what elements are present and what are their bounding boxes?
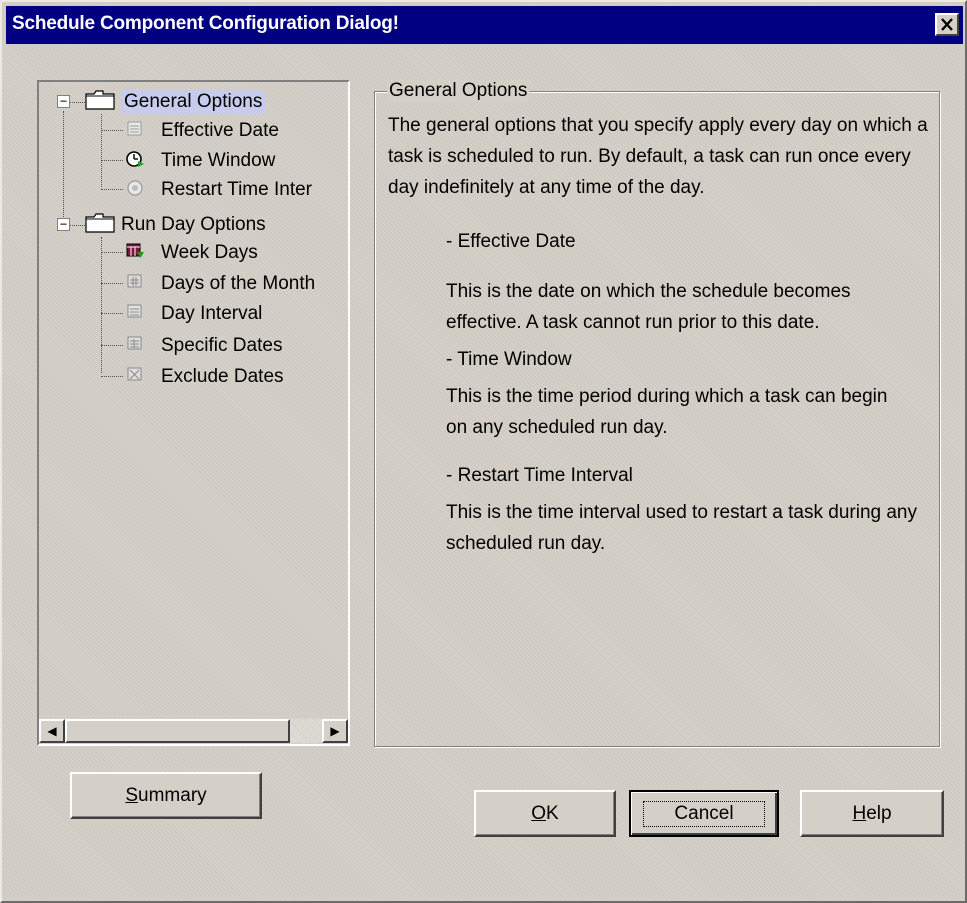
- interval-calendar-icon: [127, 304, 142, 318]
- tree-connector: [101, 237, 102, 373]
- tree-connector: [69, 102, 85, 103]
- window-title: Schedule Component Configuration Dialog!: [12, 13, 399, 34]
- tree-connector: [101, 130, 123, 131]
- summary-button[interactable]: Summary: [70, 772, 262, 819]
- title-bar[interactable]: Schedule Component Configuration Dialog!: [6, 6, 963, 44]
- close-button[interactable]: [935, 13, 959, 36]
- collapse-general-options-toggle[interactable]: −: [57, 95, 70, 108]
- close-icon: [941, 18, 953, 31]
- exclude-dates-icon: [127, 367, 142, 381]
- arrow-right-icon: ▶: [330, 724, 340, 738]
- clock-icon: [126, 151, 144, 167]
- month-calendar-icon: [127, 274, 142, 288]
- folder-icon: [85, 213, 115, 233]
- collapse-run-day-options-toggle[interactable]: −: [57, 218, 70, 231]
- tree-item-specific-dates[interactable]: Specific Dates: [161, 334, 282, 358]
- cancel-button-label: Cancel: [643, 800, 765, 827]
- help-button[interactable]: Help: [800, 790, 944, 837]
- help-button-label: Help: [852, 802, 892, 824]
- groupbox-legend: General Options: [387, 80, 530, 102]
- section-heading: - Effective Date: [446, 231, 576, 252]
- tree-item-general-options[interactable]: General Options: [121, 90, 266, 114]
- tree-connector: [63, 111, 64, 227]
- tree-item-day-interval[interactable]: Day Interval: [161, 302, 262, 326]
- tree-connector: [69, 225, 85, 226]
- description-body: The general options that you specify app…: [388, 110, 933, 559]
- section-heading: - Restart Time Interval: [446, 465, 633, 486]
- tree-item-effective-date[interactable]: Effective Date: [161, 119, 279, 143]
- section-heading: - Time Window: [446, 349, 572, 370]
- restart-timer-icon: [127, 180, 143, 196]
- cancel-button[interactable]: Cancel: [629, 790, 779, 837]
- dialog-window: Schedule Component Configuration Dialog!: [0, 0, 967, 903]
- ok-button[interactable]: OK: [474, 790, 616, 837]
- tree-item-restart-time-interval[interactable]: Restart Time Inter: [161, 178, 312, 202]
- scroll-left-button[interactable]: ◀: [39, 719, 65, 743]
- specific-dates-icon: [127, 336, 142, 350]
- tree-item-run-day-options[interactable]: Run Day Options: [121, 213, 266, 237]
- section-text: This is the time interval used to restar…: [446, 502, 917, 554]
- summary-button-label: Summary: [125, 784, 207, 806]
- tree-connector: [101, 376, 123, 377]
- folder-icon: [85, 90, 115, 110]
- calendar-date-icon: [127, 121, 142, 136]
- tree-connector: [101, 252, 123, 253]
- tree-item-exclude-dates[interactable]: Exclude Dates: [161, 365, 284, 389]
- tree-connector: [101, 189, 123, 190]
- scrollbar-thumb[interactable]: [65, 719, 290, 743]
- section-text: This is the time period during which a t…: [446, 386, 888, 438]
- ok-button-label: OK: [531, 802, 559, 824]
- options-tree-panel: − General Options Effective Date Time Wi…: [37, 80, 350, 746]
- scroll-right-button[interactable]: ▶: [322, 719, 348, 743]
- intro-text: The general options that you specify app…: [388, 115, 928, 198]
- week-calendar-icon: [126, 243, 144, 258]
- tree-connector: [101, 313, 123, 314]
- tree-item-days-of-the-month[interactable]: Days of the Month: [161, 272, 315, 296]
- arrow-left-icon: ◀: [47, 724, 57, 738]
- section-text: This is the date on which the schedule b…: [446, 281, 851, 333]
- tree-horizontal-scrollbar[interactable]: ◀ ▶: [39, 718, 348, 744]
- options-tree: − General Options Effective Date Time Wi…: [39, 82, 348, 718]
- tree-connector: [101, 283, 123, 284]
- tree-connector: [101, 160, 123, 161]
- general-options-groupbox: General Options The general options that…: [374, 80, 940, 747]
- tree-item-week-days[interactable]: Week Days: [161, 241, 258, 265]
- tree-item-time-window[interactable]: Time Window: [161, 149, 275, 173]
- tree-connector: [101, 114, 102, 187]
- tree-connector: [101, 345, 123, 346]
